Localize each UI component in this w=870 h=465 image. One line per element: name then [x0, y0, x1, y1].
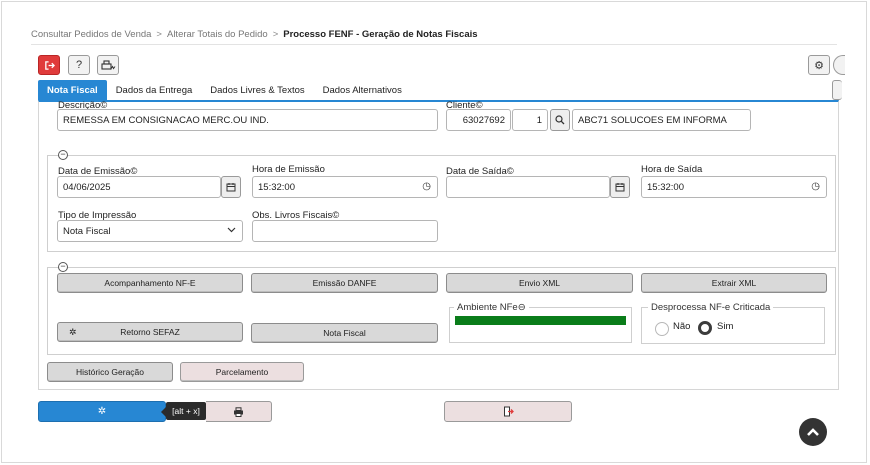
collapse-icon: ⊖ — [517, 302, 526, 313]
header-divider — [31, 44, 837, 45]
descricao-field[interactable]: REMESSA EM CONSIGNACAO MERC.OU IND. — [57, 109, 438, 131]
hora-saida-label: Hora de Saída — [641, 164, 703, 175]
calendar-icon — [615, 183, 625, 192]
collapse-icon[interactable]: − — [58, 262, 68, 272]
print-toolbar-button[interactable] — [97, 55, 119, 75]
exit-document-button[interactable] — [444, 401, 572, 422]
historico-geracao-button[interactable]: Histórico Geração — [47, 362, 173, 382]
process-button[interactable]: ✲ — [38, 401, 166, 422]
logout-icon — [44, 60, 55, 70]
hora-emissao-label: Hora de Emissão — [252, 164, 325, 175]
emissao-danfe-button[interactable]: Emissão DANFE — [251, 273, 438, 293]
retorno-sefaz-button[interactable]: ✲ Retorno SEFAZ — [57, 322, 243, 342]
breadcrumb-item-consultar-pedidos[interactable]: Consultar Pedidos de Venda — [31, 29, 151, 40]
breadcrumb-current: Processo FENF - Geração de Notas Fiscais — [283, 29, 478, 40]
envio-xml-button[interactable]: Envio XML — [446, 273, 633, 293]
printer-signature-icon — [100, 59, 115, 70]
calendar-icon — [226, 183, 236, 192]
collapse-icon[interactable]: − — [58, 150, 68, 160]
ambiente-nfe-label: Ambiente NFe⊖ — [454, 302, 529, 313]
cliente-name-field[interactable]: ABC71 SOLUCOES EM INFORMA — [572, 109, 751, 131]
breadcrumb-separator: > — [156, 29, 162, 40]
breadcrumb: Consultar Pedidos de Venda > Alterar Totai… — [31, 29, 478, 40]
print-button[interactable] — [206, 401, 272, 422]
obs-livros-field[interactable] — [252, 220, 438, 242]
parcelamento-button[interactable]: Parcelamento — [180, 362, 304, 382]
tab-dados-livres[interactable]: Dados Livres & Textos — [201, 80, 313, 100]
gear-icon: ✲ — [69, 327, 77, 337]
gear-icon: ✲ — [97, 406, 107, 417]
exit-document-icon — [503, 406, 514, 417]
chevron-down-icon — [227, 225, 236, 236]
breadcrumb-separator: > — [272, 29, 279, 40]
radio-sim-label: Sim — [717, 321, 734, 332]
chevron-up-icon — [807, 428, 819, 436]
help-icon: ? — [75, 59, 83, 71]
shortcut-tooltip: [alt + x] — [166, 402, 206, 420]
extrair-xml-button[interactable]: Extrair XML — [641, 273, 827, 293]
tab-dados-entrega[interactable]: Dados da Entrega — [107, 80, 202, 100]
radio-sim[interactable] — [698, 321, 712, 335]
radio-nao-label: Não — [673, 321, 691, 332]
desprocessa-label: Desprocessa NF-e Criticada — [648, 302, 774, 313]
radio-nao[interactable] — [655, 322, 669, 336]
clock-icon: ◷ — [811, 181, 820, 192]
cliente-search-button[interactable] — [550, 109, 570, 131]
tab-bar: Nota Fiscal Dados da Entrega Dados Livre… — [38, 80, 411, 100]
printer-icon — [234, 406, 243, 417]
search-icon — [555, 115, 565, 125]
tab-dados-alternativos[interactable]: Dados Alternativos — [314, 80, 411, 100]
breadcrumb-item-alterar-totais[interactable]: Alterar Totais do Pedido — [167, 29, 268, 40]
tipo-impressao-select[interactable]: Nota Fiscal — [57, 220, 243, 242]
nota-fiscal-button[interactable]: Nota Fiscal — [251, 323, 438, 343]
acompanhamento-nfe-button[interactable]: Acompanhamento NF-E — [57, 273, 243, 293]
settings-button[interactable]: ⚙ — [808, 55, 830, 75]
data-saida-field[interactable] — [446, 176, 610, 198]
side-panel-handle[interactable] — [832, 80, 842, 100]
tooltip-arrow — [161, 407, 166, 417]
scroll-top-button[interactable] — [799, 418, 827, 446]
clock-icon: ◷ — [422, 181, 431, 192]
ambiente-status-bar — [455, 316, 626, 325]
data-emissao-field[interactable]: 04/06/2025 — [57, 176, 221, 198]
hora-emissao-field[interactable]: 15:32:00 ◷ — [252, 176, 438, 198]
exit-button[interactable] — [38, 55, 60, 75]
data-emissao-calendar-button[interactable] — [221, 176, 241, 198]
data-saida-calendar-button[interactable] — [610, 176, 630, 198]
cliente-code-field[interactable]: 63027692 — [446, 109, 511, 131]
tab-nota-fiscal[interactable]: Nota Fiscal — [38, 80, 107, 100]
gear-icon: ⚙ — [814, 59, 824, 72]
hora-saida-field[interactable]: 15:32:00 ◷ — [641, 176, 827, 198]
help-button[interactable]: ? — [68, 55, 90, 75]
cliente-seq-field[interactable]: 1 — [512, 109, 548, 131]
